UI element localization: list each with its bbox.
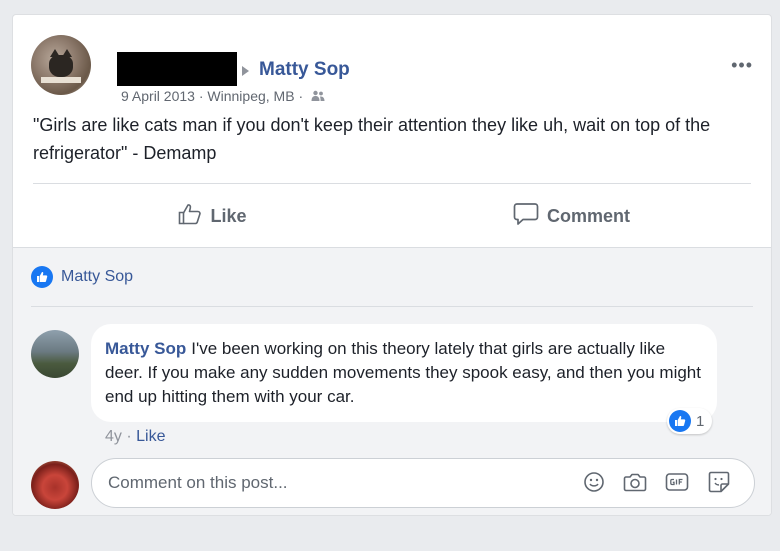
comments-divider <box>31 306 753 307</box>
post-date[interactable]: 9 April 2013 <box>121 88 195 104</box>
author-avatar[interactable] <box>31 35 91 95</box>
post-location[interactable]: Winnipeg, MB <box>207 88 294 104</box>
comment-meta-separator: · <box>126 428 132 445</box>
comment-like-link[interactable]: Like <box>136 428 165 445</box>
gif-icon[interactable] <box>665 472 689 492</box>
comment-button[interactable]: Comment <box>392 187 751 245</box>
meta-separator: · <box>198 88 204 104</box>
sticker-icon[interactable] <box>707 470 731 494</box>
like-button-label: Like <box>210 205 247 226</box>
like-reaction-icon <box>31 266 53 288</box>
comment-reaction-badge[interactable]: 1 <box>667 408 713 434</box>
viewer-avatar <box>31 461 79 509</box>
more-icon[interactable]: ••• <box>731 55 753 76</box>
comment-author[interactable]: Matty Sop <box>105 339 186 358</box>
cat-figure <box>49 49 73 77</box>
post-header: Matty Sop 9 April 2013 · Winnipeg, MB · … <box>31 35 753 104</box>
reactions-summary[interactable]: Matty Sop <box>31 266 133 288</box>
comment-reaction-count: 1 <box>696 412 705 430</box>
meta-separator: · <box>298 88 304 104</box>
comment-item: Matty Sop I've been working on this theor… <box>31 324 753 454</box>
emoji-icon[interactable] <box>583 471 605 493</box>
camera-icon[interactable] <box>623 471 647 493</box>
comment-composer <box>31 458 755 512</box>
post-actions: Like Comment <box>33 187 751 245</box>
reactor-names[interactable]: Matty Sop <box>61 268 133 286</box>
shelf-figure <box>41 77 81 83</box>
post-card: Matty Sop 9 April 2013 · Winnipeg, MB · … <box>12 14 772 516</box>
comment-button-label: Comment <box>546 205 630 226</box>
like-reaction-icon <box>669 410 691 432</box>
post-text: "Girls are like cats man if you don't ke… <box>33 115 711 163</box>
comment-bubble: Matty Sop I've been working on this theor… <box>91 324 717 422</box>
comment-icon <box>513 202 539 231</box>
thumbs-up-icon <box>178 203 202 230</box>
redacted-author-name <box>117 52 237 86</box>
target-profile-link[interactable]: Matty Sop <box>259 59 350 81</box>
comment-meta: 4y · Like <box>105 428 166 446</box>
comment-text: I've been working on this theory lately … <box>105 339 701 406</box>
like-button[interactable]: Like <box>33 187 392 245</box>
friends-icon[interactable] <box>311 89 325 105</box>
arrow-right-icon <box>242 66 249 76</box>
post-meta: 9 April 2013 · Winnipeg, MB · <box>121 88 325 105</box>
actions-divider <box>33 183 751 184</box>
comment-age[interactable]: 4y <box>105 428 122 445</box>
comments-section: Matty Sop Matty Sop I've been working on … <box>13 247 771 515</box>
composer-icons <box>583 470 731 494</box>
commenter-avatar[interactable] <box>31 330 79 378</box>
